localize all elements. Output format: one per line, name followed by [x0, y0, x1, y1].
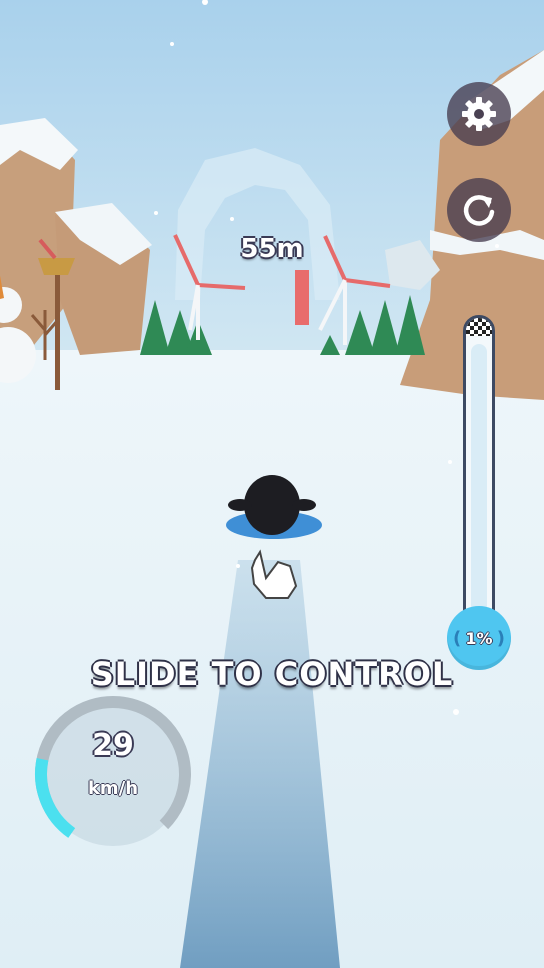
restart-button[interactable]	[447, 178, 511, 242]
finish-flag	[466, 318, 492, 336]
lighthouse	[295, 270, 309, 325]
restart-icon	[463, 195, 495, 226]
speed-value: 29	[92, 728, 134, 763]
progress-percent: 1%	[465, 628, 493, 648]
speed-unit: km/h	[87, 778, 139, 799]
slide-instruction: SLIDE TO CONTROL	[90, 655, 454, 693]
level-progress-track	[463, 315, 495, 645]
speedometer	[35, 696, 191, 846]
progress-fill-area	[471, 344, 487, 638]
distance-readout: 55m	[240, 234, 304, 264]
settings-button[interactable]	[447, 82, 511, 146]
bracket-right: )	[496, 628, 505, 649]
bracket-left: (	[453, 628, 462, 649]
gear-icon	[462, 97, 496, 131]
